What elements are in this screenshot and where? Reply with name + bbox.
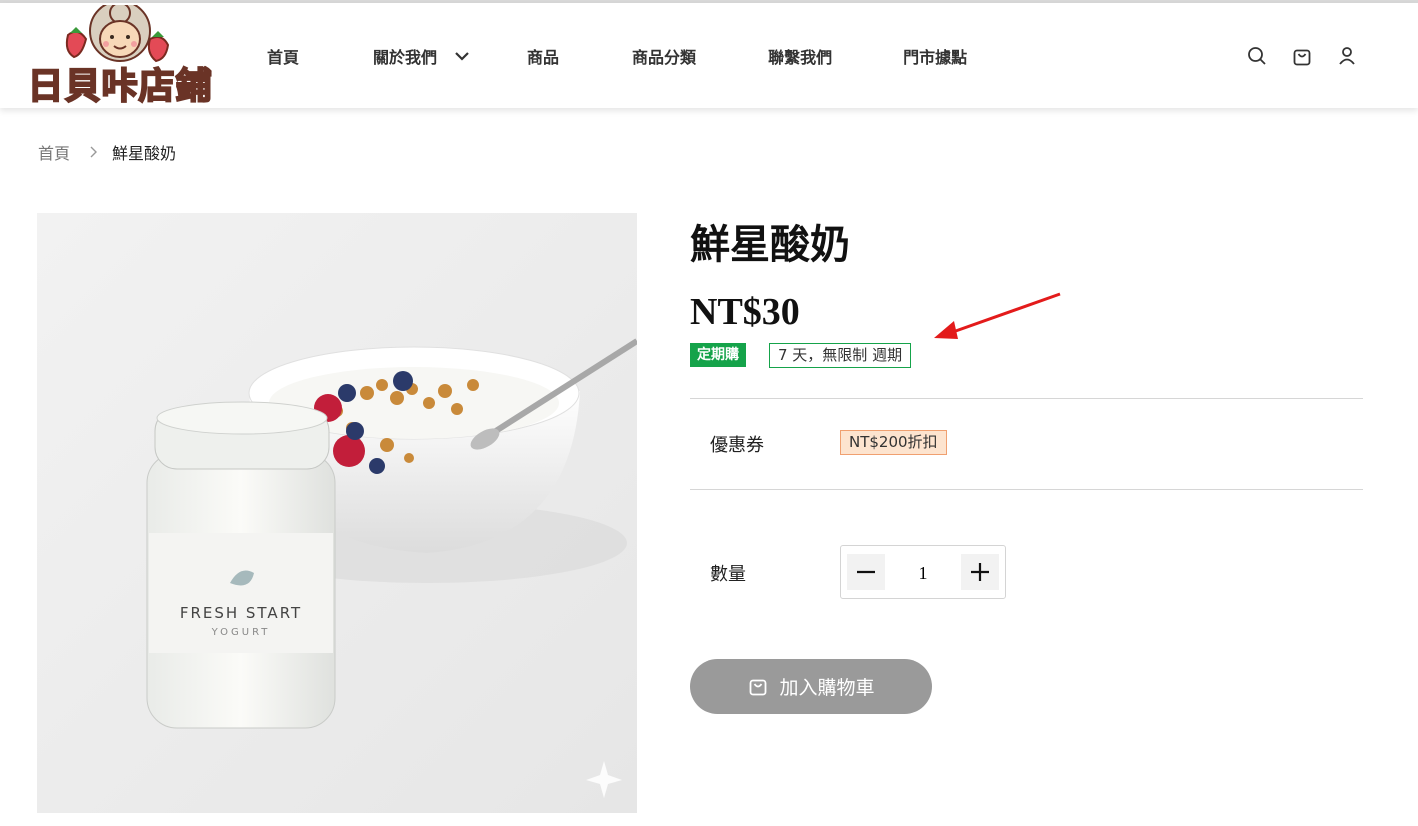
cart-icon[interactable] — [1291, 45, 1313, 67]
jar-label-brand: FRESH START — [180, 604, 302, 622]
quantity-input[interactable] — [887, 546, 959, 600]
user-icon[interactable] — [1336, 45, 1358, 67]
nav-contact[interactable]: 聯繫我們 — [768, 44, 832, 68]
breadcrumb-current: 鮮星酸奶 — [112, 144, 177, 163]
nav-about[interactable]: 關於我們 — [373, 44, 471, 68]
plus-icon — [971, 563, 989, 581]
nav-home[interactable]: 首頁 — [267, 44, 299, 68]
quantity-decrease-button[interactable] — [847, 554, 885, 590]
annotation-arrow-icon — [934, 292, 1061, 339]
yogurt-photo: FRESH START YOGURT — [37, 213, 637, 813]
cart-icon — [750, 679, 767, 695]
nav-products[interactable]: 商品 — [527, 44, 559, 68]
divider — [690, 489, 1363, 490]
divider — [690, 398, 1363, 399]
nav-stores[interactable]: 門市據點 — [903, 44, 967, 68]
breadcrumb-home[interactable]: 首頁 — [38, 140, 70, 164]
product-price: NT$30 — [690, 291, 800, 333]
subscription-cycle: 7 天，無限制 週期 — [769, 343, 912, 368]
add-to-cart-label: 加入購物車 — [779, 677, 875, 699]
search-icon[interactable] — [1246, 45, 1268, 67]
add-to-cart-button[interactable]: 加入購物車 — [690, 659, 932, 714]
chevron-right-icon — [90, 146, 98, 158]
minus-icon — [857, 570, 875, 574]
chevron-down-icon — [455, 51, 469, 61]
breadcrumb: 首頁 鮮星酸奶 — [38, 140, 176, 164]
coupon-tag[interactable]: NT$200折扣 — [840, 430, 947, 455]
product-title: 鮮星酸奶 — [690, 221, 850, 268]
main-nav: 首頁 關於我們 商品 商品分類 聯繫我們 門市據點 — [260, 3, 967, 108]
store-logo[interactable]: 日貝咔店鋪 — [24, 0, 216, 108]
jar-label-type: YOGURT — [211, 627, 271, 638]
site-header: 日貝咔店鋪 首頁 關於我們 商品 商品分類 聯繫我們 門市據點 — [0, 0, 1418, 108]
subscription-badge: 定期購 — [690, 343, 746, 367]
quantity-increase-button[interactable] — [961, 554, 999, 590]
nav-categories[interactable]: 商品分類 — [632, 44, 696, 68]
logo-text: 日貝咔店鋪 — [26, 65, 213, 108]
nav-about-label: 關於我們 — [373, 47, 438, 67]
quantity-stepper — [840, 545, 1006, 600]
coupon-label: 優惠券 — [710, 435, 764, 456]
quantity-label: 數量 — [710, 564, 746, 585]
product-image[interactable]: FRESH START YOGURT — [37, 213, 637, 813]
header-actions — [1246, 3, 1358, 108]
